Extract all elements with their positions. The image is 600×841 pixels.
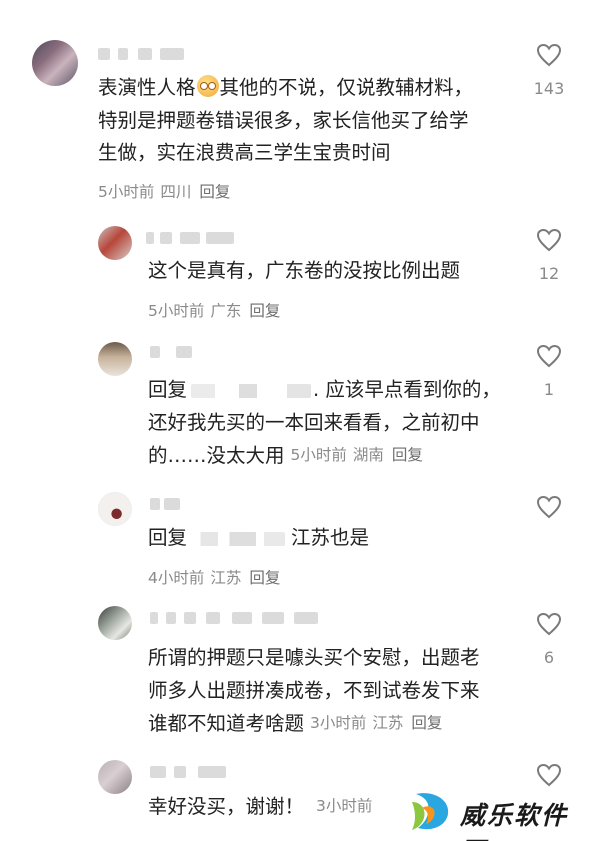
reply-button[interactable]: 回复 xyxy=(199,183,230,201)
avatar[interactable] xyxy=(98,760,132,794)
like-button[interactable] xyxy=(524,763,574,787)
comment-text: 回复. 应该早点看到你的， 还好我先买的一本回来看看，之前初中 的……没太大用 5… xyxy=(148,378,501,467)
heart-outline-icon xyxy=(536,43,562,67)
like-count: 12 xyxy=(538,264,560,283)
username-blurred[interactable] xyxy=(150,612,320,624)
like-button[interactable] xyxy=(524,495,574,531)
like-button[interactable]: 6 xyxy=(524,612,574,667)
comment-text: 表演性人格 其他的不说，仅说教辅材料， 特别是押题卷错误很多，家长信他买了给学 生… xyxy=(98,75,474,164)
watermark: 威乐软件园 xyxy=(408,788,594,841)
like-button[interactable]: 1 xyxy=(524,344,574,399)
reply-button[interactable]: 回复 xyxy=(249,302,280,320)
comment-text: 幸好没买，谢谢！ 3小时前 xyxy=(148,795,373,818)
heart-outline-icon xyxy=(536,495,562,519)
avatar[interactable] xyxy=(98,342,132,376)
heart-outline-icon xyxy=(536,228,562,252)
like-count: 1 xyxy=(543,380,555,399)
heart-outline-icon xyxy=(536,344,562,368)
like-button[interactable]: 143 xyxy=(524,43,574,98)
like-count: 6 xyxy=(543,648,555,667)
reply-button[interactable]: 回复 xyxy=(249,569,280,587)
like-button[interactable]: 12 xyxy=(524,228,574,283)
comment-text: 回复 江苏也是 xyxy=(148,526,370,549)
colorful-d-logo-icon xyxy=(412,793,449,830)
reply-button[interactable]: 回复 xyxy=(411,714,442,732)
username-blurred[interactable] xyxy=(98,48,188,60)
like-count: 143 xyxy=(533,79,565,98)
username-blurred[interactable] xyxy=(150,498,184,510)
comment-text: 所谓的押题只是噱头买个安慰，出题老 师多人出题拼凑成卷，不到试卷发下来 谁都不知… xyxy=(148,646,480,735)
reply-button[interactable]: 回复 xyxy=(392,446,423,464)
avatar[interactable] xyxy=(98,226,132,260)
comment-text: 这个是真有，广东卷的没按比例出题 xyxy=(148,259,461,282)
heart-outline-icon xyxy=(536,763,562,787)
mention-blurred[interactable] xyxy=(191,383,312,398)
mention-blurred[interactable] xyxy=(189,531,286,546)
watermark-text: 威乐软件园 xyxy=(460,801,569,841)
heart-outline-icon xyxy=(536,612,562,636)
avatar[interactable] xyxy=(98,606,132,640)
username-blurred[interactable] xyxy=(150,766,230,778)
comment-meta: 4小时前 江苏 回复 xyxy=(148,569,281,587)
avatar[interactable] xyxy=(32,40,78,86)
username-blurred[interactable] xyxy=(150,346,200,358)
comment-meta: 5小时前 广东 回复 xyxy=(148,302,281,320)
comment-meta: 5小时前 四川 回复 xyxy=(98,183,231,201)
laughing-sweat-emoji-icon xyxy=(196,75,219,97)
avatar[interactable] xyxy=(98,492,132,526)
username-blurred[interactable] xyxy=(146,232,236,244)
